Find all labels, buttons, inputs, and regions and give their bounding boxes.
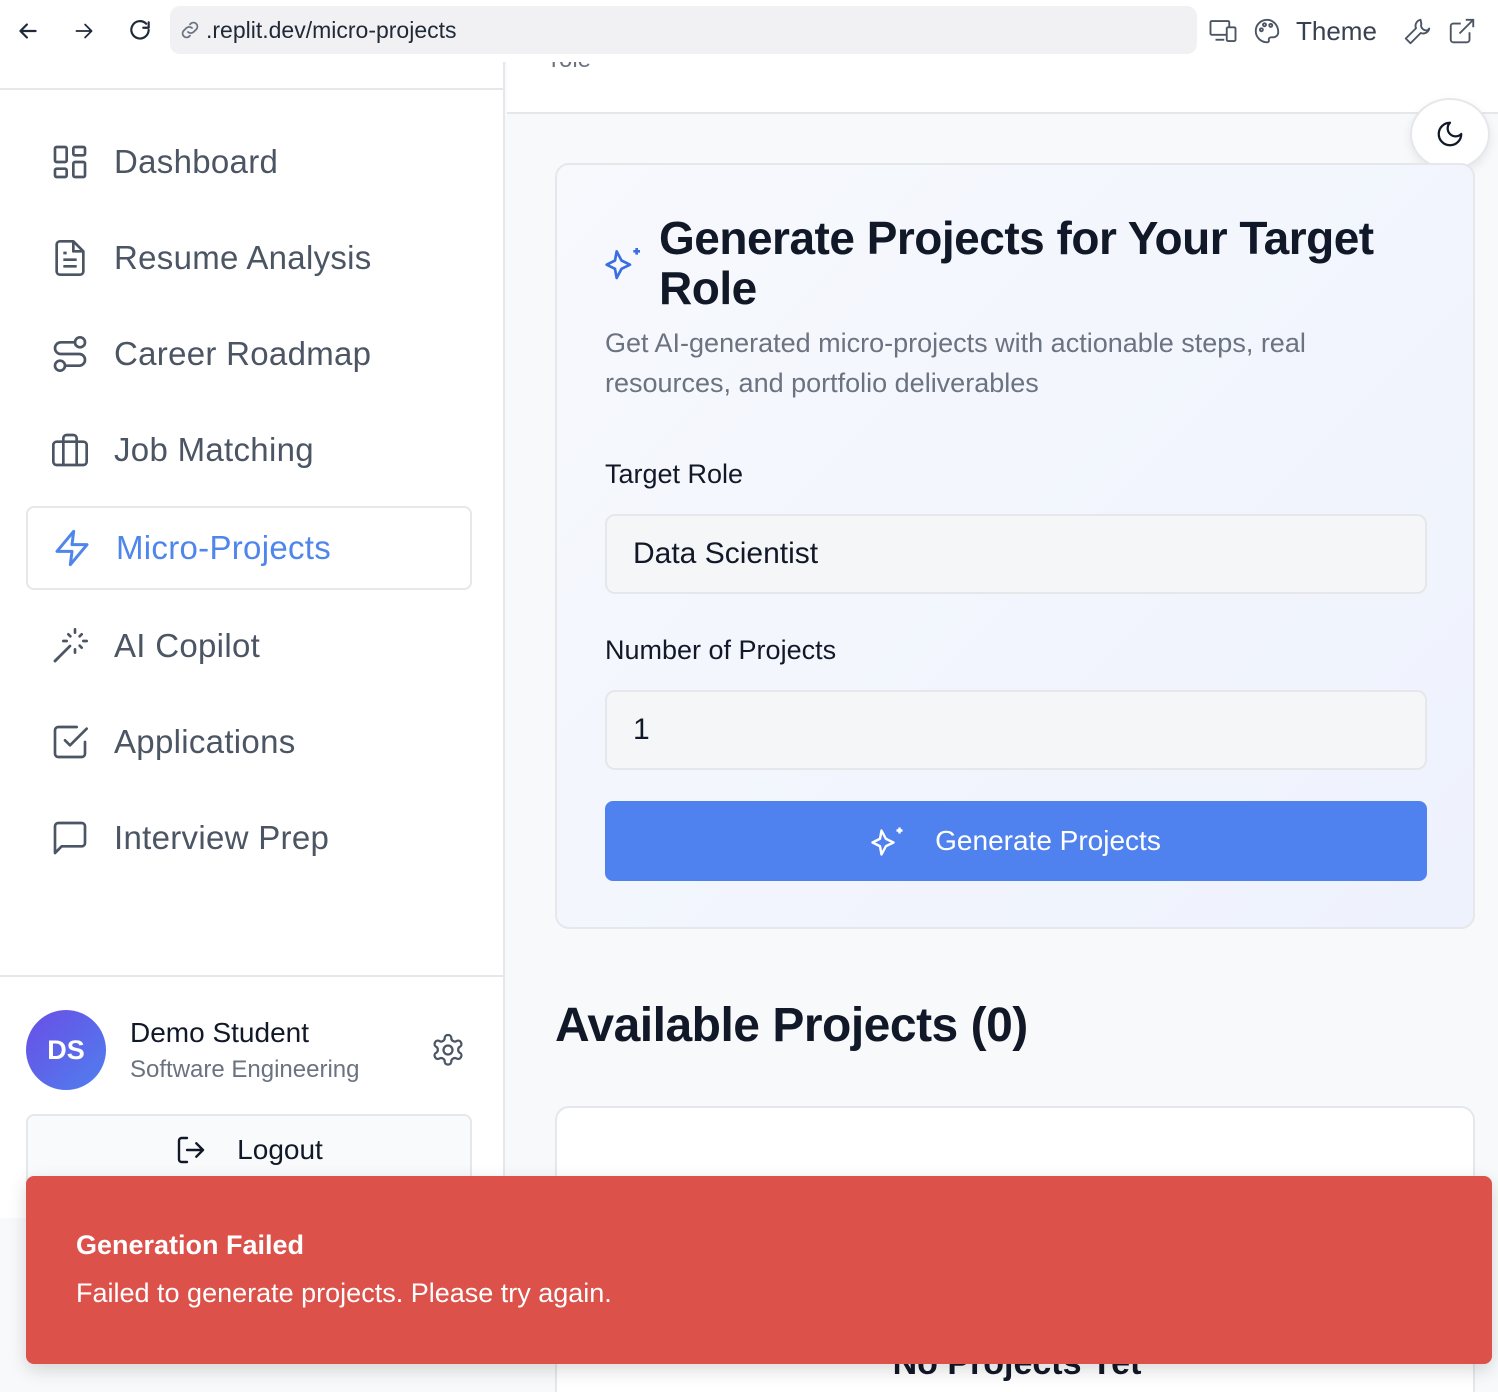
browser-actions: Theme bbox=[1208, 0, 1477, 62]
logout-icon bbox=[177, 1136, 205, 1164]
generate-projects-button[interactable]: Generate Projects bbox=[605, 801, 1427, 881]
error-toast[interactable]: Generation Failed Failed to generate pro… bbox=[26, 1176, 1492, 1364]
sidebar-item-label: Interview Prep bbox=[114, 819, 330, 856]
reload-icon bbox=[130, 20, 150, 40]
avatar: DS bbox=[26, 1010, 106, 1090]
sidebar-item-label: Resume Analysis bbox=[114, 239, 372, 276]
theme-button[interactable]: Theme bbox=[1296, 16, 1377, 47]
devices-icon[interactable] bbox=[1208, 16, 1238, 46]
sidebar-item-label: Career Roadmap bbox=[114, 335, 372, 372]
sidebar-item-career-roadmap[interactable]: Career Roadmap bbox=[26, 312, 472, 396]
reload-button[interactable] bbox=[112, 0, 168, 62]
generate-projects-card: Generate Projects for Your Target Role G… bbox=[555, 163, 1475, 929]
sidebar-item-interview-prep[interactable]: Interview Prep bbox=[26, 796, 472, 880]
user-program: Software Engineering bbox=[130, 1056, 360, 1083]
sidebar-item-applications[interactable]: Applications bbox=[26, 700, 472, 784]
generate-button-label: Generate Projects bbox=[935, 825, 1161, 856]
header-subtitle: role bbox=[551, 62, 591, 74]
sidebar-item-job-matching[interactable]: Job Matching bbox=[26, 408, 472, 492]
address-bar[interactable]: .replit.dev/micro-projects bbox=[170, 6, 1197, 54]
user-name: Demo Student bbox=[130, 1017, 309, 1048]
sparkles-icon bbox=[871, 827, 903, 856]
dashboard-icon bbox=[53, 145, 87, 179]
sparkles-icon bbox=[605, 248, 640, 280]
available-projects-title: Available Projects (0) bbox=[555, 999, 1028, 1052]
main-header: role bbox=[507, 62, 1498, 114]
sidebar-item-resume-analysis[interactable]: Resume Analysis bbox=[26, 216, 472, 300]
moon-icon bbox=[1437, 121, 1463, 147]
forward-button[interactable] bbox=[56, 0, 112, 62]
sidebar-item-label: Job Matching bbox=[114, 431, 314, 468]
card-description: Get AI-generated micro-projects with act… bbox=[605, 328, 1306, 398]
logout-label: Logout bbox=[237, 1134, 323, 1165]
browser-toolbar: .replit.dev/micro-projects Theme bbox=[0, 0, 1498, 62]
lightning-icon bbox=[55, 529, 89, 567]
toast-message: Failed to generate projects. Please try … bbox=[76, 1278, 612, 1308]
sidebar-item-label: Applications bbox=[114, 723, 296, 760]
num-projects-label: Number of Projects bbox=[605, 635, 837, 665]
num-projects-input[interactable]: 1 bbox=[605, 690, 1427, 770]
document-icon bbox=[55, 240, 85, 276]
sidebar-item-label: Micro-Projects bbox=[116, 529, 332, 566]
sidebar-divider bbox=[0, 975, 505, 977]
gear-icon[interactable] bbox=[430, 1032, 466, 1068]
sidebar-item-micro-projects[interactable]: Micro-Projects bbox=[26, 506, 472, 590]
card-title: Generate Projects for Your Target Role bbox=[659, 212, 1374, 314]
sidebar: Dashboard Resume Analysis Career Roadmap… bbox=[0, 62, 505, 1218]
arrow-right-icon bbox=[75, 23, 93, 39]
magic-wand-icon bbox=[53, 628, 88, 663]
sidebar-item-label: AI Copilot bbox=[114, 627, 261, 664]
route-icon bbox=[53, 336, 87, 372]
link-icon bbox=[181, 21, 199, 39]
sidebar-item-label: Dashboard bbox=[114, 143, 279, 180]
target-role-label: Target Role bbox=[605, 459, 744, 489]
url-text: .replit.dev/micro-projects bbox=[206, 16, 457, 43]
palette-icon[interactable] bbox=[1252, 16, 1282, 46]
external-link-icon[interactable] bbox=[1447, 16, 1477, 46]
target-role-input[interactable]: Data Scientist bbox=[605, 514, 1427, 594]
sidebar-item-dashboard[interactable]: Dashboard bbox=[26, 120, 472, 204]
chat-icon bbox=[53, 821, 87, 855]
sidebar-divider bbox=[0, 88, 505, 90]
arrow-left-icon bbox=[19, 23, 37, 39]
check-square-icon bbox=[53, 725, 88, 759]
back-button[interactable] bbox=[0, 0, 56, 62]
briefcase-icon bbox=[52, 433, 88, 467]
sidebar-item-ai-copilot[interactable]: AI Copilot bbox=[26, 604, 472, 688]
theme-toggle-button[interactable] bbox=[1410, 98, 1490, 170]
wrench-icon[interactable] bbox=[1403, 16, 1433, 46]
toast-title: Generation Failed bbox=[76, 1230, 305, 1260]
